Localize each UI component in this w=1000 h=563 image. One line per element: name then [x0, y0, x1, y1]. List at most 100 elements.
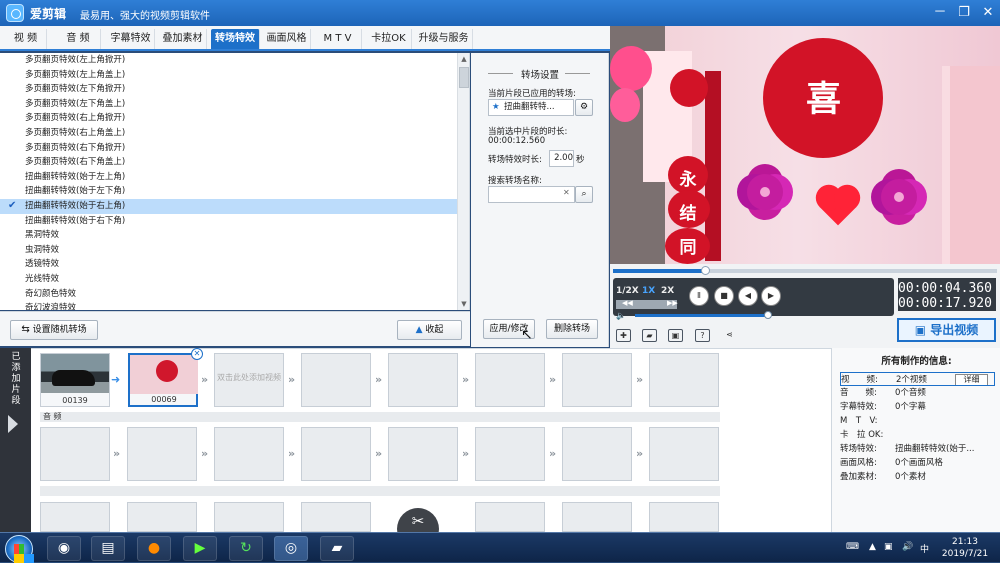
transition-item[interactable]: 多页翻页特效(右上角掀开): [0, 111, 458, 126]
speed-normal[interactable]: 1X: [642, 286, 655, 296]
transition-item[interactable]: 多页翻页特效(左上角盖上): [0, 68, 458, 83]
audio-slot[interactable]: [214, 427, 284, 481]
delete-transition-button[interactable]: 删除转场: [546, 319, 598, 339]
media-player-icon[interactable]: ◉: [47, 536, 81, 561]
scroll-thumb[interactable]: [459, 67, 469, 88]
overlay-slot[interactable]: [127, 502, 197, 532]
detail-button[interactable]: 详细: [955, 374, 988, 385]
export-video-button[interactable]: ▣ 导出视频: [897, 318, 996, 342]
effect-duration-input[interactable]: 2.00: [549, 150, 574, 167]
progress-knob[interactable]: [701, 266, 711, 275]
transition-item[interactable]: 透镜特效: [0, 257, 458, 272]
info-row-video[interactable]: 视 频: 2个视频 详细: [840, 372, 995, 386]
empty-clip-slot[interactable]: 双击此处添加视频: [214, 353, 284, 407]
speed-half[interactable]: 1/2X: [616, 286, 639, 296]
open-folder-icon[interactable]: ▰: [642, 329, 657, 342]
search-input[interactable]: [488, 186, 575, 203]
audio-slot[interactable]: [388, 427, 458, 481]
maximize-button[interactable]: ❐: [953, 3, 975, 23]
audio-slot[interactable]: [127, 427, 197, 481]
audio-slot[interactable]: [562, 427, 632, 481]
tab-mtv[interactable]: M T V: [314, 29, 362, 49]
forward-icon[interactable]: ▶▶: [667, 299, 678, 307]
share-icon[interactable]: ⋖: [722, 329, 737, 342]
transition-item[interactable]: 奇幻波浪特效: [0, 301, 458, 310]
remove-clip-icon[interactable]: ✕: [191, 348, 203, 360]
transition-item[interactable]: 多页翻页特效(左下角盖上): [0, 97, 458, 112]
timeline-clip-1[interactable]: 00139: [40, 353, 110, 407]
tab-transitions[interactable]: 转场特效: [211, 29, 260, 49]
video-editor-taskbar-icon[interactable]: ◎: [274, 536, 308, 561]
list-scrollbar[interactable]: ▲ ▼: [457, 53, 469, 310]
network-icon[interactable]: ▣: [884, 542, 893, 552]
volume-slider[interactable]: [635, 311, 772, 319]
clear-search-icon[interactable]: ✕: [563, 188, 570, 197]
volume-knob[interactable]: [764, 311, 772, 319]
help-icon[interactable]: ?: [695, 329, 710, 342]
transition-item[interactable]: 扭曲翻转特效(始于左上角): [0, 170, 458, 185]
collapse-button[interactable]: ▲ 收起: [397, 320, 462, 340]
video-preview[interactable]: 喜 永 结 同: [610, 26, 1000, 264]
rewind-icon[interactable]: ◀◀: [622, 299, 633, 307]
keyboard-icon[interactable]: ⌨: [846, 542, 859, 552]
search-icon[interactable]: ⌕: [575, 186, 593, 203]
transition-item[interactable]: 黑洞特效: [0, 228, 458, 243]
taskbar-clock[interactable]: 21:13 2019/7/21: [936, 536, 994, 560]
transition-item[interactable]: 扭曲翻转特效(始于左下角): [0, 184, 458, 199]
save-icon[interactable]: ▣: [668, 329, 683, 342]
overlay-slot[interactable]: [475, 502, 545, 532]
start-button[interactable]: [5, 535, 33, 563]
transition-item[interactable]: 多页翻页特效(左下角掀开): [0, 82, 458, 97]
transition-item[interactable]: 多页翻页特效(右下角掀开): [0, 141, 458, 156]
transition-item[interactable]: 虫洞特效: [0, 243, 458, 258]
tab-subtitles[interactable]: 字幕特效: [107, 29, 155, 49]
transition-item[interactable]: 光线特效: [0, 272, 458, 287]
overlay-slot[interactable]: [562, 502, 632, 532]
audio-slot[interactable]: [649, 427, 719, 481]
volume-tray-icon[interactable]: 🔊: [902, 542, 913, 552]
file-explorer-icon[interactable]: ▤: [91, 536, 125, 561]
empty-clip-slot[interactable]: [649, 353, 719, 407]
tab-style[interactable]: 画面风格: [263, 29, 311, 49]
audio-slot[interactable]: [301, 427, 371, 481]
overlay-slot[interactable]: [214, 502, 284, 532]
transition-item[interactable]: 奇幻颜色特效: [0, 287, 458, 302]
empty-clip-slot[interactable]: [388, 353, 458, 407]
close-button[interactable]: ✕: [977, 3, 999, 23]
empty-clip-slot[interactable]: [475, 353, 545, 407]
transition-item[interactable]: 扭曲翻转特效(始于右下角): [0, 214, 458, 229]
new-project-icon[interactable]: ✚: [616, 329, 631, 342]
tab-audio[interactable]: 音 频: [56, 29, 101, 49]
refresh-app-icon[interactable]: ↻: [229, 536, 263, 561]
video-app-icon[interactable]: ▶: [183, 536, 217, 561]
transition-item[interactable]: ✔ 扭曲翻转特效(始于右上角): [0, 198, 458, 214]
overlay-slot[interactable]: [301, 502, 371, 532]
overlay-slot[interactable]: [649, 502, 719, 532]
transition-list[interactable]: 多页翻页特效(左上角掀开) 多页翻页特效(左上角盖上) 多页翻页特效(左下角掀开) 多…: [0, 53, 458, 310]
previous-frame-icon[interactable]: ◀: [738, 286, 758, 306]
audio-slot[interactable]: [40, 427, 110, 481]
empty-clip-slot[interactable]: [562, 353, 632, 407]
applied-transition-field[interactable]: ★ 扭曲翻转特...: [488, 99, 574, 116]
overlay-slot[interactable]: [40, 502, 110, 532]
tab-video[interactable]: 视 频: [5, 29, 47, 49]
empty-clip-slot[interactable]: [301, 353, 371, 407]
tab-upgrade[interactable]: 升级与服务: [415, 29, 473, 49]
firefox-icon[interactable]: ●: [137, 536, 171, 561]
speed-double[interactable]: 2X: [661, 286, 674, 296]
audio-slot[interactable]: [475, 427, 545, 481]
minimize-button[interactable]: －: [929, 3, 951, 23]
tab-karaoke[interactable]: 卡拉OK: [366, 29, 412, 49]
next-frame-icon[interactable]: ▶: [761, 286, 781, 306]
notebook-icon[interactable]: ▰: [320, 536, 354, 561]
scroll-down-icon[interactable]: ▼: [458, 298, 470, 310]
tab-overlay[interactable]: 叠加素材: [159, 29, 207, 49]
language-icon[interactable]: 中: [920, 542, 929, 555]
scroll-up-icon[interactable]: ▲: [458, 53, 470, 65]
transition-item[interactable]: 多页翻页特效(右下角盖上): [0, 155, 458, 170]
random-transition-button[interactable]: ⇆ 设置随机转场: [10, 320, 98, 340]
pause-icon[interactable]: Ⅱ: [689, 286, 709, 306]
stop-icon[interactable]: ■: [714, 286, 734, 306]
transition-item[interactable]: 多页翻页特效(左上角掀开): [0, 53, 458, 68]
transition-item[interactable]: 多页翻页特效(右上角盖上): [0, 126, 458, 141]
